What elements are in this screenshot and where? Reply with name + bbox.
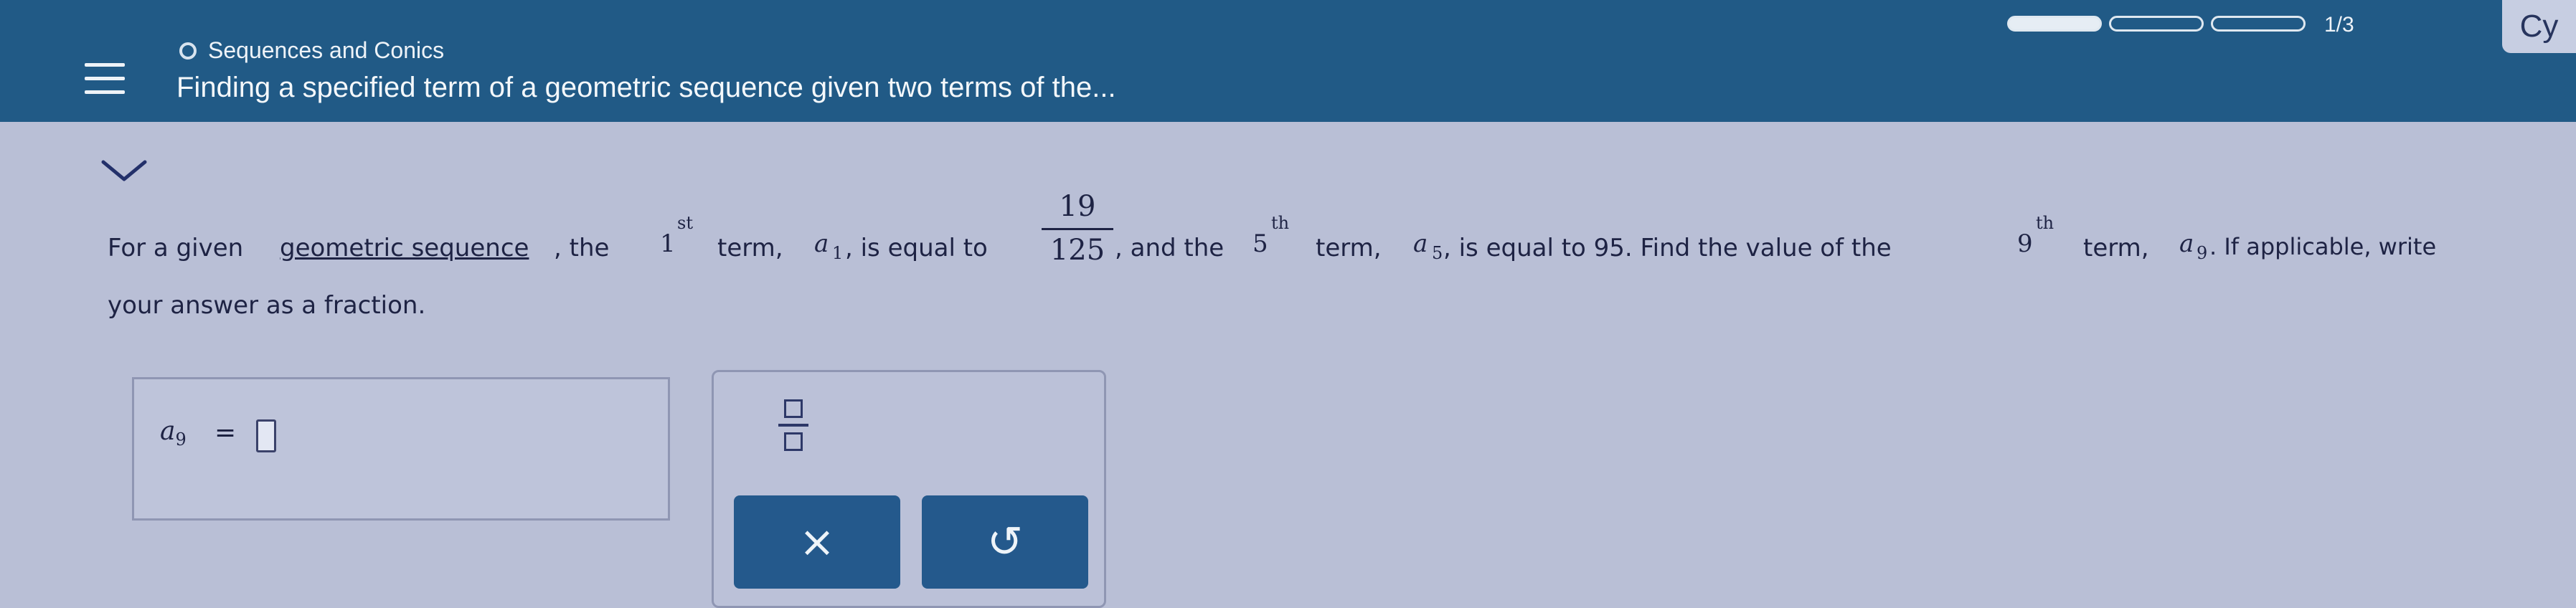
fraction-numerator: 19	[1059, 190, 1096, 223]
problem-text: term,	[717, 234, 783, 262]
topic-status-icon	[179, 42, 197, 60]
fraction-bar	[1042, 228, 1113, 230]
progress-segment	[2007, 16, 2102, 32]
fraction: 19 125	[1042, 188, 1113, 269]
page-title: Finding a specified term of a geometric …	[176, 72, 1116, 103]
problem-text: term,	[1316, 234, 1382, 262]
topic-label: Sequences and Conics	[179, 37, 444, 64]
problem-text: . If applicable, write	[2209, 233, 2437, 260]
progress-count: 1/3	[2324, 13, 2354, 37]
math-variable: a	[814, 229, 829, 258]
math-subscript: 1	[832, 243, 844, 263]
ordinal-suffix: th	[2036, 213, 2054, 233]
undo-button[interactable]: ↺	[922, 495, 1088, 589]
fraction-tool-icon[interactable]	[774, 399, 811, 457]
clear-button[interactable]: ×	[734, 495, 900, 589]
answer-var: a	[160, 417, 176, 446]
math-subscript: 9	[2197, 243, 2208, 263]
ordinal-number: 1	[660, 229, 676, 258]
problem-text: , the	[554, 234, 610, 262]
answer-sub: 9	[175, 429, 187, 450]
header-bar: Sequences and Conics Finding a specified…	[0, 0, 2576, 122]
progress-segment	[2211, 16, 2306, 32]
ordinal-suffix: st	[677, 213, 693, 233]
topic-text: Sequences and Conics	[208, 37, 445, 63]
glossary-link[interactable]: geometric sequence	[280, 232, 529, 264]
ordinal-suffix: th	[1271, 213, 1290, 233]
problem-text: For a given	[108, 234, 244, 262]
ordinal-number: 5	[1252, 229, 1268, 258]
corner-button[interactable]: Cy	[2502, 0, 2576, 53]
math-tool-panel: × ↺	[712, 370, 1106, 608]
math-subscript: 5	[1432, 243, 1443, 263]
menu-icon[interactable]	[85, 63, 125, 95]
problem-line-2: your answer as a fraction.	[108, 291, 426, 320]
ordinal-number: 9	[2017, 229, 2033, 258]
math-variable: a	[1413, 229, 1428, 258]
chevron-down-icon[interactable]	[99, 156, 149, 185]
answer-input[interactable]	[256, 419, 276, 452]
fraction-denominator: 125	[1049, 234, 1105, 267]
problem-text: , and the	[1115, 234, 1225, 262]
problem-text: term,	[2083, 234, 2149, 262]
progress-bar	[2007, 16, 2306, 32]
problem-text: , is equal to 95. Find the value of the	[1443, 234, 1892, 262]
answer-area: a9 =	[132, 377, 670, 521]
equals-sign: =	[214, 418, 237, 447]
math-variable: a	[2179, 229, 2194, 258]
progress-segment	[2109, 16, 2204, 32]
answer-variable: a9	[160, 417, 187, 450]
problem-text: , is equal to	[845, 234, 988, 262]
